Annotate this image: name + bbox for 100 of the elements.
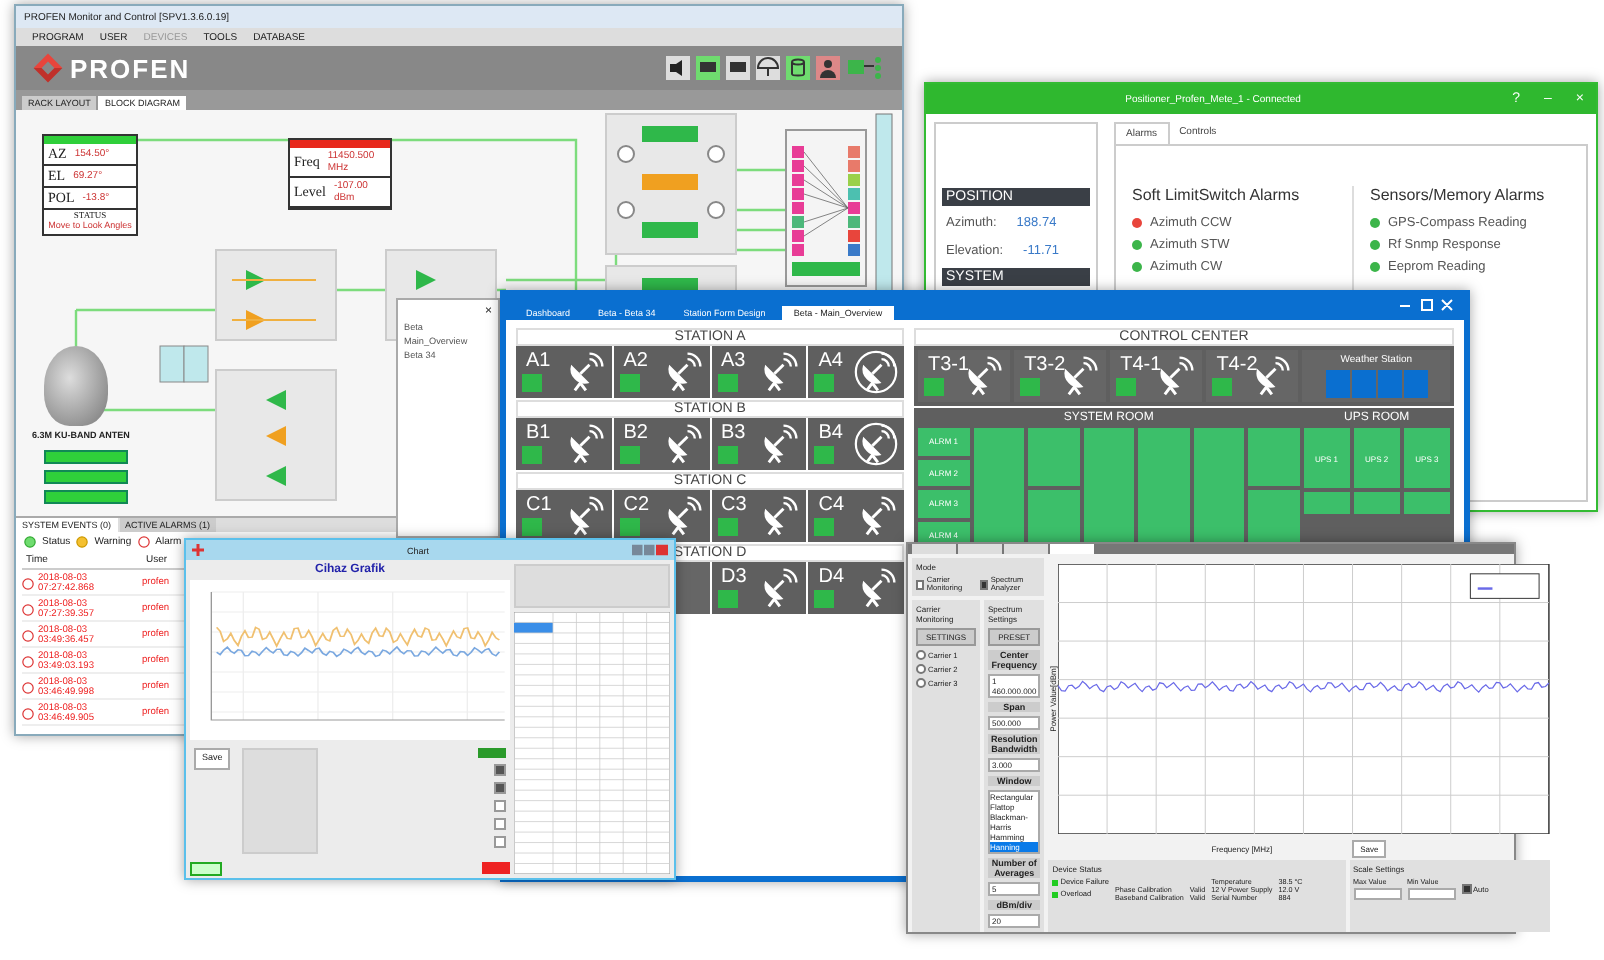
monitor-icon[interactable]	[726, 56, 750, 80]
database-icon[interactable]	[786, 56, 810, 80]
antenna-tile[interactable]: B4	[808, 418, 904, 470]
antenna-tile[interactable]: C1	[516, 490, 612, 542]
antenna-tile[interactable]: C4	[808, 490, 904, 542]
alarm-icon	[22, 707, 34, 719]
amplifier-module-drawing	[215, 249, 337, 341]
logo-text: PROFEN	[70, 53, 191, 83]
warning-icon	[76, 536, 89, 548]
toggle-button[interactable]	[478, 748, 506, 758]
rack-box	[1083, 428, 1135, 548]
terminal-tile[interactable]: T4-2	[1206, 350, 1299, 402]
sensor-box	[1248, 428, 1300, 486]
checkbox[interactable]	[1461, 884, 1472, 894]
action-button[interactable]	[44, 470, 128, 484]
status-indicator	[619, 446, 640, 464]
antenna-tile[interactable]: C3	[711, 490, 807, 542]
window-controls-icon[interactable]	[1396, 297, 1456, 313]
terminal-tile[interactable]: T3-2	[1014, 350, 1107, 402]
status-indicator	[1020, 378, 1041, 396]
ok-button[interactable]	[190, 862, 222, 876]
input-field[interactable]	[1407, 888, 1456, 900]
alarm-icon	[22, 681, 34, 693]
radio-button[interactable]	[916, 678, 926, 688]
status-indicator	[1212, 378, 1233, 396]
terminal-tile[interactable]: T4-1	[1110, 350, 1203, 402]
antenna-tile[interactable]: D3	[711, 562, 807, 614]
group-title: Sensors/Memory Alarms	[1370, 186, 1547, 204]
checkbox[interactable]	[980, 579, 989, 589]
status-icon	[24, 536, 36, 548]
speaker-icon[interactable]	[666, 56, 690, 80]
sensor-box	[1325, 370, 1350, 398]
sensor-box	[1351, 370, 1376, 398]
amplifier-module-drawing	[215, 369, 337, 501]
alarm-icon	[22, 577, 34, 589]
checkbox[interactable]	[494, 782, 506, 794]
antenna-label: B2	[623, 422, 648, 444]
user-icon[interactable]	[816, 56, 840, 80]
antenna-label: C4	[818, 494, 845, 516]
status-indicator	[522, 374, 542, 392]
umbrella-icon[interactable]	[756, 56, 780, 80]
antenna-dish-drawing	[44, 346, 108, 426]
antenna-tile[interactable]: A4	[808, 346, 904, 398]
action-button[interactable]	[44, 490, 128, 504]
antenna-tile[interactable]: B3	[711, 418, 807, 470]
status-indicator	[717, 590, 737, 608]
app-icon	[192, 544, 204, 556]
antenna-tile[interactable]: A2	[613, 346, 709, 398]
status-indicator	[717, 374, 737, 392]
window-controls-icon[interactable]	[632, 544, 669, 556]
antenna-label: D4	[818, 566, 845, 588]
radio-button[interactable]	[916, 650, 926, 660]
terminal-label: T4-1	[1120, 354, 1162, 376]
sensor-box	[1403, 370, 1428, 398]
alarm-icon	[22, 655, 34, 667]
terminal-label: T3-1	[928, 354, 970, 376]
alarm-icon	[22, 603, 34, 615]
status-indicator	[1116, 378, 1137, 396]
antenna-label: A3	[721, 350, 746, 372]
terminal-label: T3-2	[1024, 354, 1066, 376]
status-indicator	[619, 518, 640, 536]
alarm-box	[1403, 492, 1450, 514]
dish-in-circle-icon	[854, 350, 898, 394]
alarm-box	[1353, 492, 1400, 514]
terminal-label: T4-2	[1216, 354, 1258, 376]
action-button[interactable]	[44, 450, 128, 464]
group-title: Soft LimitSwitch Alarms	[1132, 186, 1302, 204]
status-indicator	[924, 378, 944, 396]
alarm-icon	[137, 536, 150, 548]
antenna-tile[interactable]: B2	[613, 418, 709, 470]
rack-box	[973, 428, 1025, 548]
antenna-label: C2	[623, 494, 650, 516]
rack-box	[1138, 428, 1190, 548]
antenna-tile[interactable]: A3	[711, 346, 807, 398]
dish-in-circle-icon	[854, 422, 898, 466]
status-indicator	[619, 374, 640, 392]
checkbox[interactable]	[494, 800, 506, 812]
antenna-label: C3	[721, 494, 747, 516]
antenna-tile[interactable]: A1	[516, 346, 612, 398]
antenna-label: D3	[721, 566, 747, 588]
status-indicator	[717, 446, 737, 464]
monitor-icon[interactable]	[696, 56, 720, 80]
checkbox[interactable]	[494, 818, 506, 830]
antenna-label: A4	[818, 350, 843, 372]
radio-button[interactable]	[916, 664, 926, 674]
antenna-tile[interactable]: D4	[808, 562, 904, 614]
antenna-label: B3	[721, 422, 746, 444]
rack-box	[1193, 428, 1245, 548]
checkbox[interactable]	[494, 836, 506, 848]
antenna-tile[interactable]: C2	[613, 490, 709, 542]
status-indicator	[814, 374, 835, 392]
network-icon[interactable]	[846, 56, 886, 80]
antenna-tile[interactable]: B1	[516, 418, 612, 470]
terminal-tile[interactable]: T3-1	[918, 350, 1011, 402]
input-field[interactable]	[1353, 888, 1402, 900]
checkbox[interactable]	[494, 764, 506, 776]
rf-box-drawing	[159, 345, 209, 383]
status-indicator	[717, 518, 737, 536]
antenna-label: C1	[526, 494, 552, 516]
checkbox[interactable]	[916, 579, 925, 589]
